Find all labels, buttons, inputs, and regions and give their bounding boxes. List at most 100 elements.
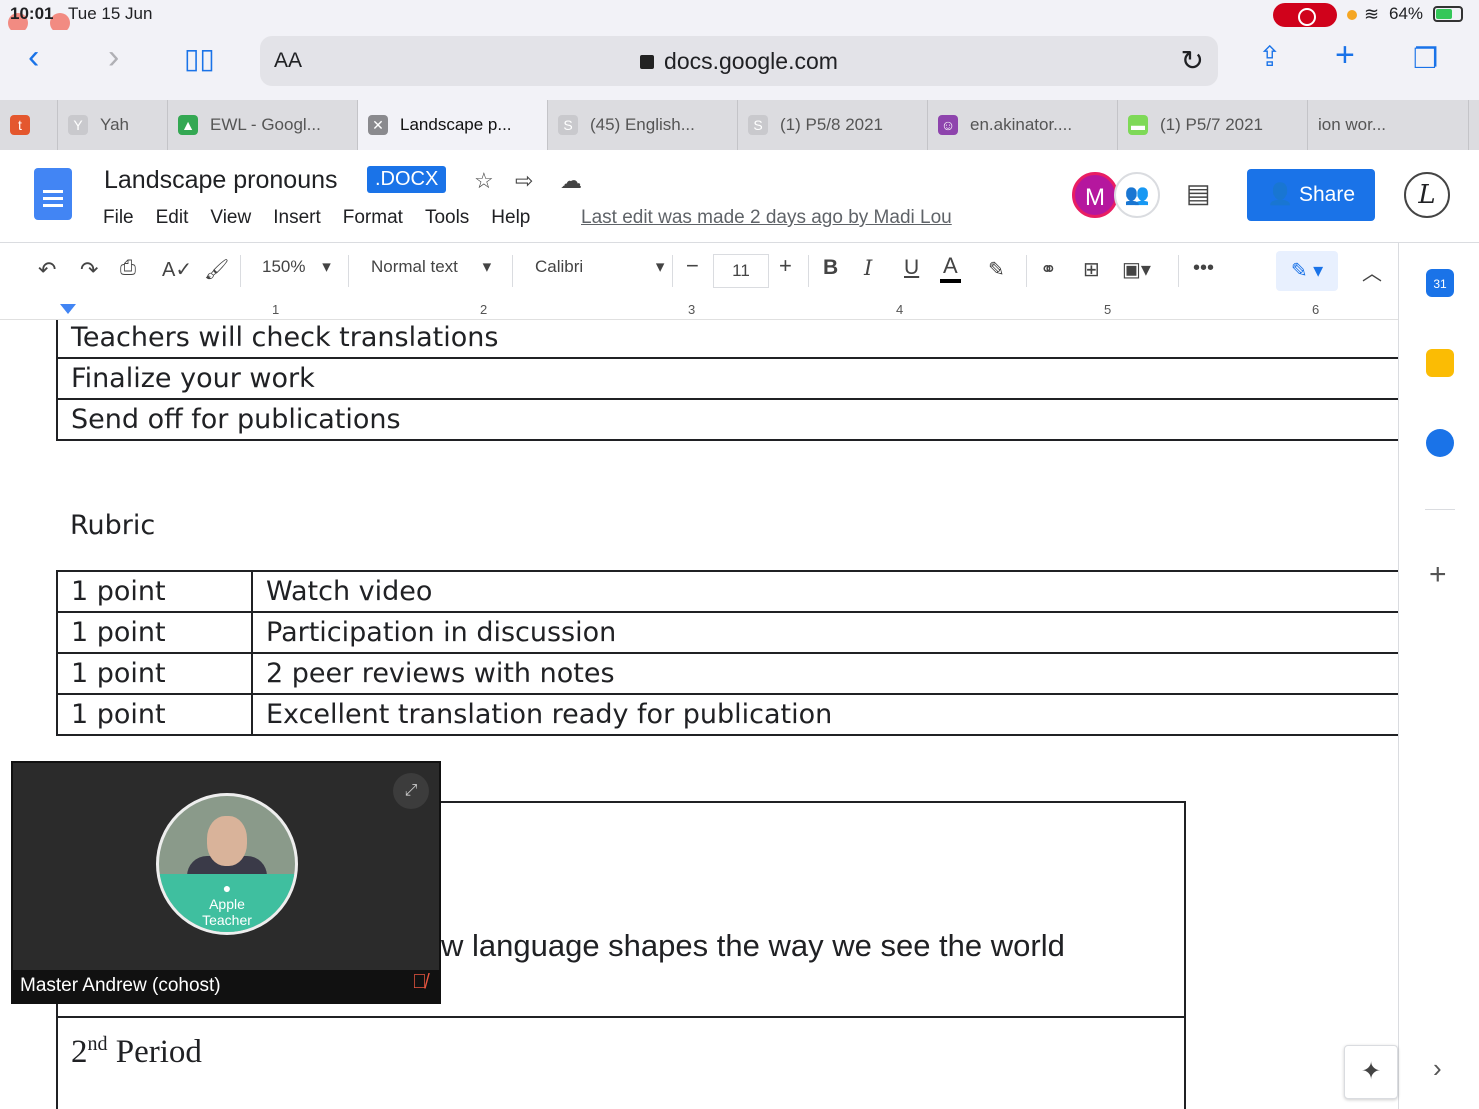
menu-view[interactable]: View (210, 207, 251, 229)
table-row: 1 point Participation in discussion (56, 611, 1398, 654)
add-addon-icon[interactable]: + (1429, 558, 1447, 592)
task-cell[interactable]: Participation in discussion (251, 611, 1398, 654)
back-icon[interactable]: ‹ (28, 38, 39, 77)
menu-file[interactable]: File (103, 207, 134, 229)
docs-header: Landscape pronouns .DOCX ☆ ⇨ ☁ File Edit… (0, 150, 1479, 243)
insert-link-icon[interactable]: ⚭ (1040, 257, 1057, 282)
steps-table: Teachers will check translations Finaliz… (56, 320, 1398, 441)
highlight-icon[interactable]: ✎ (988, 257, 1005, 282)
points-cell[interactable]: 1 point (56, 611, 253, 654)
browser-tab[interactable]: ☺ en.akinator.... (928, 100, 1118, 150)
docx-badge: .DOCX (367, 166, 447, 193)
bold-button[interactable]: B (823, 256, 838, 280)
bookmarks-icon[interactable]: ▯▯ (184, 42, 215, 75)
address-bar[interactable]: AA docs.google.com ↻ (260, 36, 1218, 86)
quote-text[interactable]: w language shapes the way we see the wor… (441, 928, 1065, 964)
participant-avatar: ● Apple Teacher (156, 793, 298, 935)
period-heading[interactable]: 2nd Period (71, 1033, 202, 1071)
text-color-button[interactable]: A (940, 253, 961, 283)
browser-tab[interactable]: ▲ EWL - Googl... (168, 100, 358, 150)
points-cell[interactable]: 1 point (56, 570, 253, 613)
zoom-select[interactable]: 150% ▾ (262, 257, 331, 277)
undo-icon[interactable]: ↶ (38, 257, 56, 283)
task-cell[interactable]: Excellent translation ready for publicat… (251, 693, 1398, 736)
rubric-heading[interactable]: Rubric (70, 510, 155, 541)
explore-button[interactable]: ✦ (1344, 1045, 1398, 1099)
tab-favicon-icon: ☺ (938, 115, 958, 135)
font-select[interactable]: Calibri ▾ (535, 257, 664, 277)
table-row: 1 point 2 peer reviews with notes (56, 652, 1398, 695)
italic-button[interactable]: I (864, 256, 872, 280)
points-cell[interactable]: 1 point (56, 652, 253, 695)
tab-label: (1) P5/7 2021 (1160, 115, 1264, 134)
cloud-status-icon[interactable]: ☁ (560, 168, 582, 194)
indent-marker[interactable] (60, 304, 76, 314)
comments-icon[interactable]: ▤ (1186, 178, 1211, 209)
table-cell[interactable]: Teachers will check translations (56, 320, 1398, 359)
menu-tools[interactable]: Tools (425, 207, 469, 229)
menu-insert[interactable]: Insert (273, 207, 321, 229)
menu-help[interactable]: Help (491, 207, 530, 229)
decrease-font-size-icon[interactable]: − (686, 253, 699, 279)
screen-recording-icon[interactable] (1273, 3, 1337, 27)
style-select[interactable]: Normal text ▾ (371, 257, 491, 277)
tab-favicon-icon: S (748, 115, 768, 135)
browser-tab[interactable]: t (0, 100, 58, 150)
document-title[interactable]: Landscape pronouns (104, 166, 338, 195)
underline-button[interactable]: U (904, 256, 919, 280)
move-folder-icon[interactable]: ⇨ (515, 168, 533, 194)
docs-home-icon[interactable] (34, 168, 72, 220)
tab-label: Yah (100, 115, 129, 134)
increase-font-size-icon[interactable]: + (779, 253, 792, 279)
paint-format-icon[interactable]: 🖌 (204, 257, 229, 282)
formatting-toolbar: ↶ ↷ ⎙ A✓ 🖌 150% ▾ Normal text ▾ Calibri … (0, 243, 1398, 300)
task-cell[interactable]: Watch video (251, 570, 1398, 613)
browser-tab[interactable]: S (45) English... (548, 100, 738, 150)
account-avatar[interactable]: L (1404, 172, 1450, 218)
calendar-icon[interactable]: 31 (1426, 269, 1454, 297)
expand-icon[interactable]: ⤢ (393, 773, 429, 809)
forward-icon[interactable]: › (108, 38, 119, 77)
ruler-label: 3 (688, 302, 696, 317)
redo-icon[interactable]: ↷ (80, 257, 98, 283)
print-icon[interactable]: ⎙ (120, 257, 136, 280)
menu-edit[interactable]: Edit (156, 207, 189, 229)
font-size-input[interactable]: 11 (713, 254, 769, 288)
video-call-overlay[interactable]: ⤢ ● Apple Teacher Master Andrew (cohost)… (11, 761, 441, 1004)
insert-image-icon[interactable]: ▣▾ (1122, 257, 1151, 282)
task-cell[interactable]: 2 peer reviews with notes (251, 652, 1398, 695)
tab-favicon-icon: ▲ (178, 115, 198, 135)
ruler[interactable]: 1 2 3 4 5 6 (0, 300, 1398, 320)
battery-percent: 64% (1389, 4, 1424, 23)
reload-icon[interactable]: ↻ (1181, 44, 1204, 77)
last-edit-link[interactable]: Last edit was made 2 days ago by Madi Lo… (581, 207, 952, 229)
tab-label: (1) P5/8 2021 (780, 115, 884, 134)
share-sheet-icon[interactable]: ⇪ (1258, 40, 1281, 73)
browser-tab[interactable]: ▬ (1) P5/7 2021 (1118, 100, 1308, 150)
chevron-right-icon[interactable]: › (1433, 1053, 1442, 1084)
spellcheck-icon[interactable]: A✓ (162, 257, 192, 282)
keep-icon[interactable] (1426, 349, 1454, 377)
table-cell[interactable]: Finalize your work (56, 357, 1398, 400)
collaborator-avatar[interactable]: M (1072, 172, 1118, 218)
editing-mode-button[interactable]: ✎ ▾ (1276, 251, 1338, 291)
browser-tab[interactable]: ✕ Landscape p... (358, 100, 548, 150)
browser-tab[interactable]: Y Yah (58, 100, 168, 150)
points-cell[interactable]: 1 point (56, 693, 253, 736)
battery-icon (1433, 6, 1463, 22)
collapse-toolbar-icon[interactable]: ︿ (1362, 257, 1382, 286)
more-icon[interactable]: ••• (1193, 257, 1214, 280)
menu-format[interactable]: Format (343, 207, 403, 229)
tasks-icon[interactable] (1426, 429, 1454, 457)
new-tab-icon[interactable]: + (1335, 36, 1355, 75)
tab-overview-icon[interactable]: ❐ (1413, 42, 1438, 75)
share-button[interactable]: 👤 Share (1247, 169, 1375, 221)
table-cell[interactable]: Send off for publications (56, 398, 1398, 441)
browser-tab[interactable]: S (1) P5/8 2021 (738, 100, 928, 150)
browser-tab[interactable]: ion wor... (1308, 100, 1469, 150)
anonymous-viewers-icon[interactable]: 👥 (1114, 172, 1160, 218)
star-icon[interactable]: ☆ (474, 168, 494, 194)
mic-in-use-icon (1347, 10, 1357, 20)
chevron-down-icon: ▾ (322, 257, 331, 276)
add-comment-icon[interactable]: ⊞ (1083, 257, 1100, 282)
